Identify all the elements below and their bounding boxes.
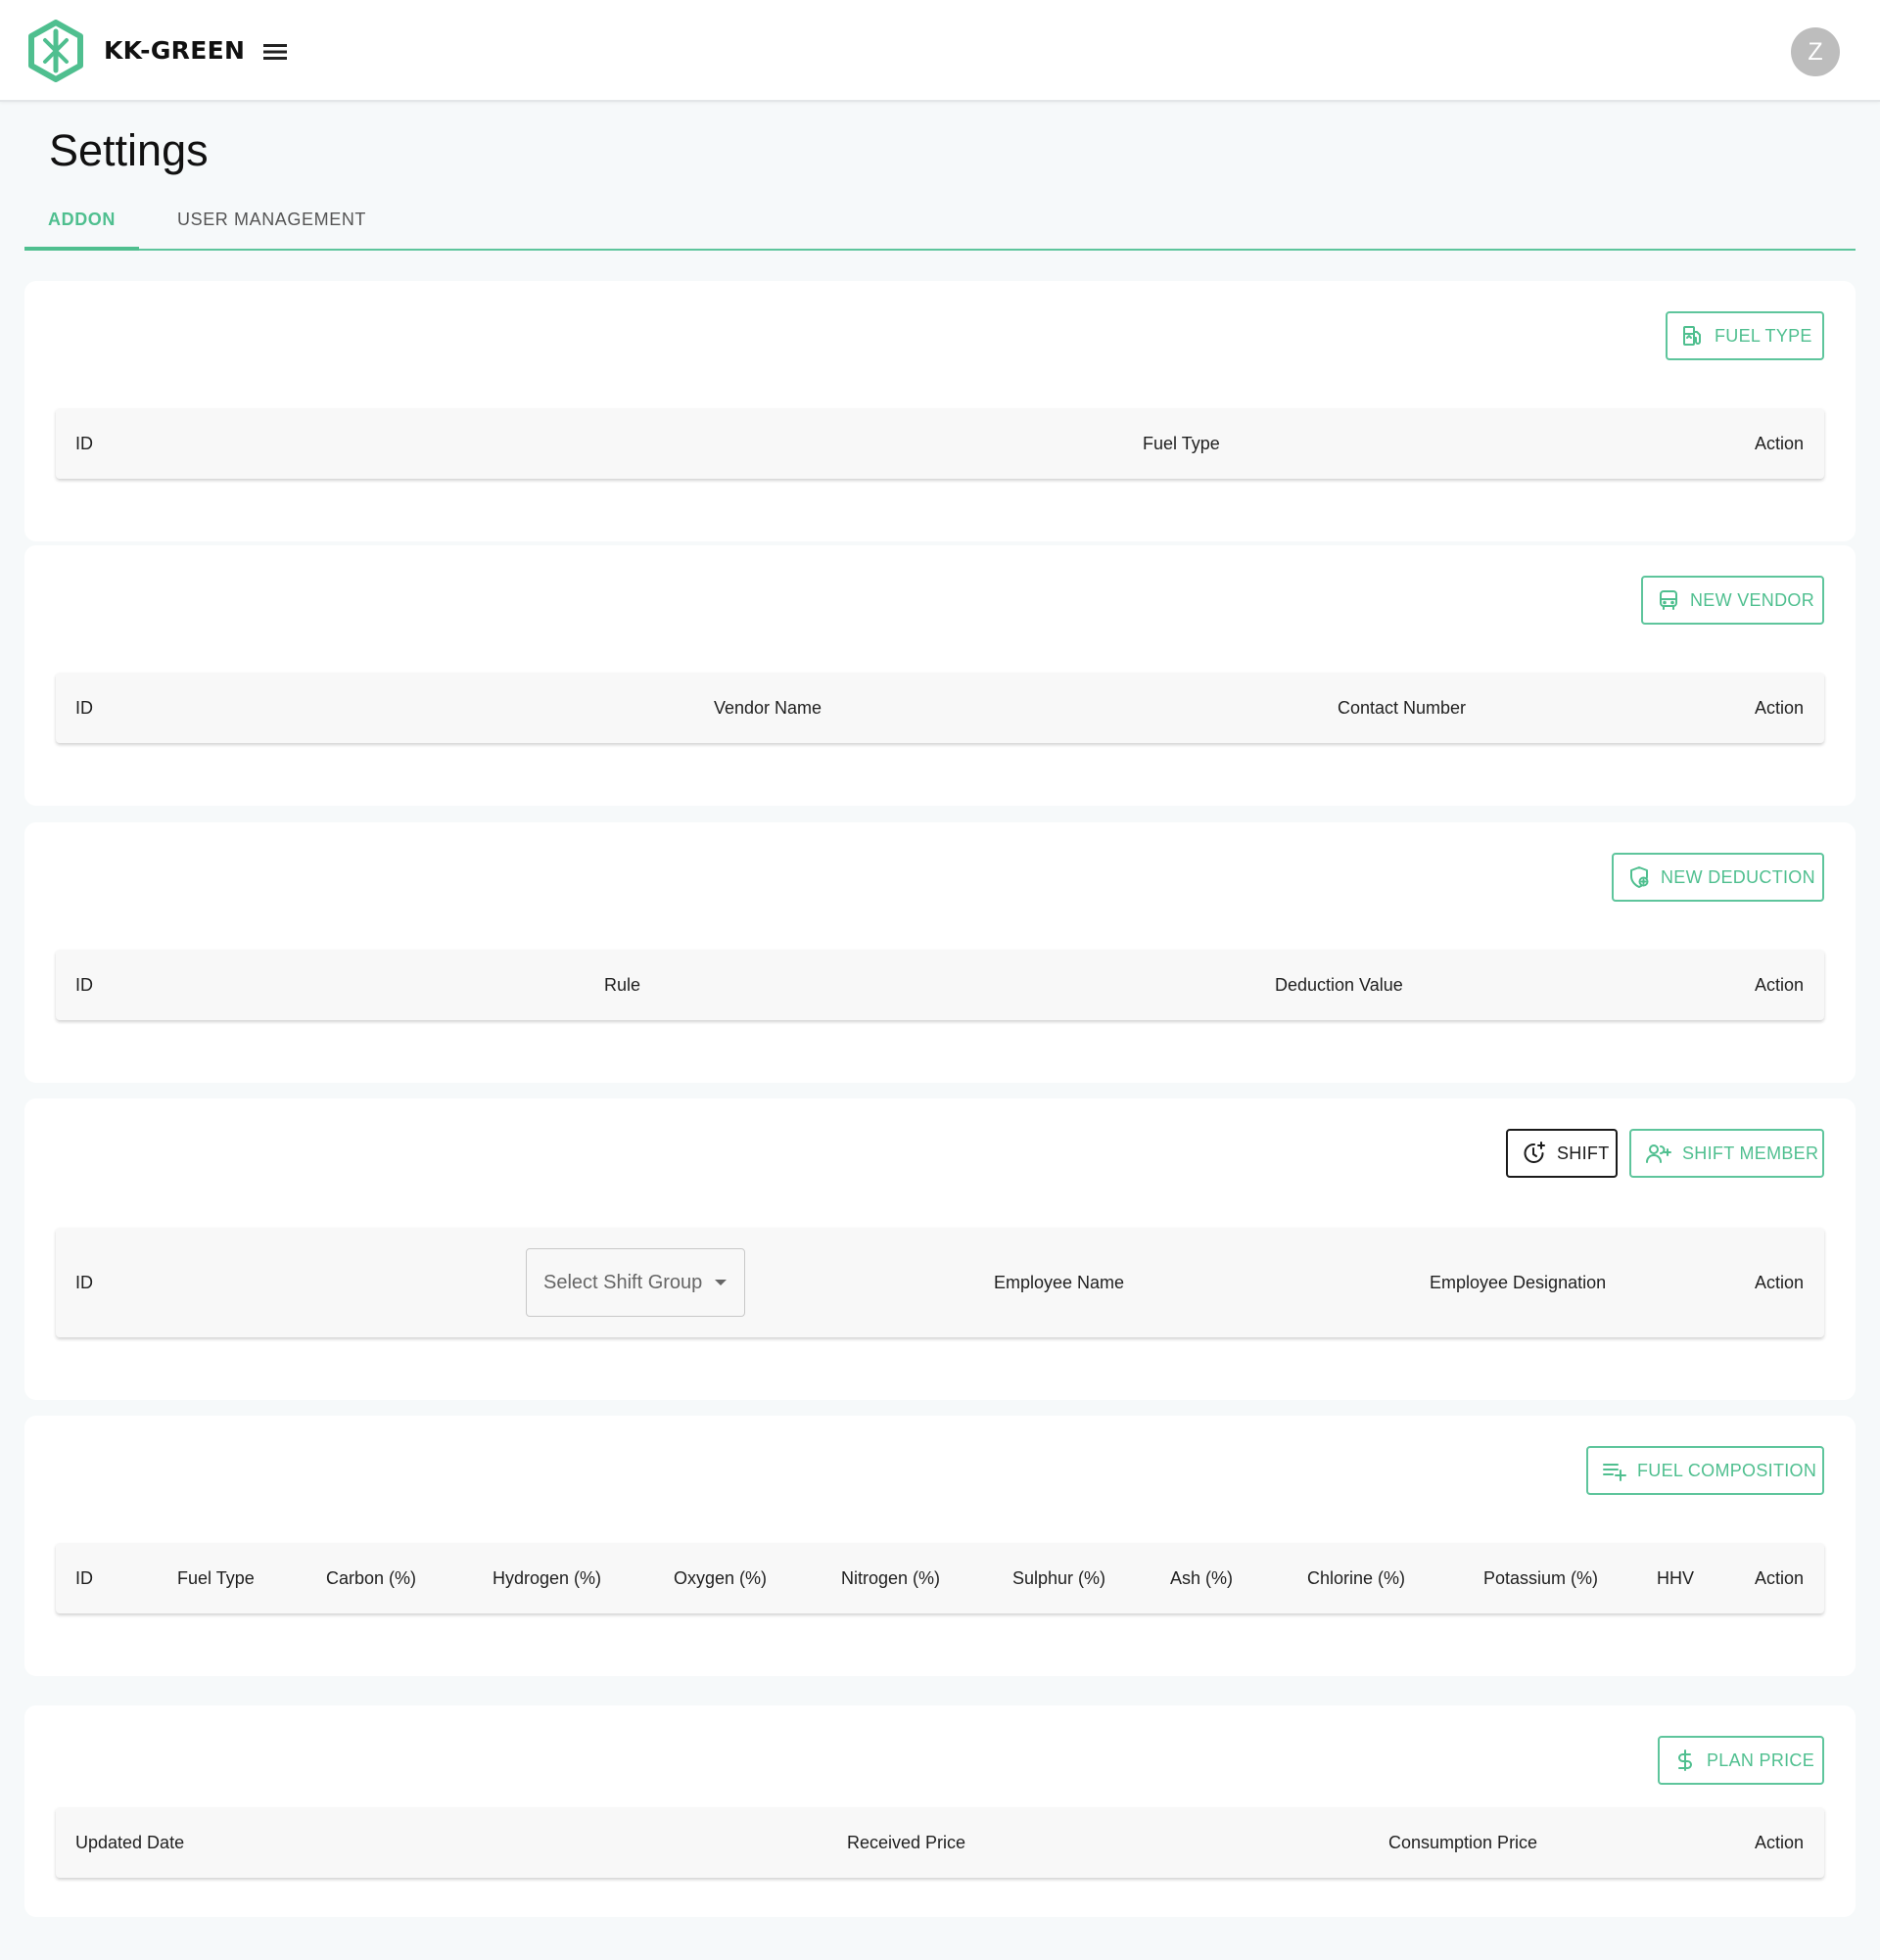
shift-table-header: ID Select Shift Group Employee Name Empl… [56,1228,1824,1337]
column-header-id: ID [75,434,93,453]
hamburger-menu-icon[interactable] [260,37,290,67]
column-header-received-price: Received Price [847,1833,966,1852]
shift-card: SHIFT SHIFT MEMBER ID Select Shift Group… [24,1098,1856,1400]
column-header-fuel-type: Fuel Type [1143,434,1220,453]
clock-plus-icon [1524,1142,1545,1163]
fuel-type-table-header: ID Fuel Type Action [56,408,1824,479]
column-header-oxygen: Oxygen (%) [674,1568,768,1588]
bus-icon [1660,590,1677,610]
fuel-type-button[interactable]: FUEL TYPE [1666,311,1824,360]
fuel-type-card: FUEL TYPE ID Fuel Type Action [24,281,1856,541]
plan-price-button-label: PLAN PRICE [1707,1750,1815,1770]
fuel-pump-icon [1683,326,1701,346]
column-header-nitrogen: Nitrogen (%) [841,1568,941,1588]
shift-group-select[interactable]: Select Shift Group [526,1248,745,1317]
tab-addon[interactable]: ADDON [24,194,139,251]
column-header-id: ID [75,1568,93,1588]
column-header-employee-name: Employee Name [994,1273,1125,1292]
app-logo [28,20,83,82]
column-header-rule: Rule [604,975,641,995]
column-header-id: ID [75,1273,93,1292]
fuel-composition-card: FUEL COMPOSITION ID Fuel Type Carbon (%)… [24,1416,1856,1676]
column-header-hhv: HHV [1657,1568,1695,1588]
shift-button[interactable]: SHIFT [1506,1129,1618,1178]
shift-member-button-label: SHIFT MEMBER [1682,1143,1819,1163]
page-title: Settings [49,125,209,175]
new-vendor-button[interactable]: NEW VENDOR [1641,576,1824,625]
brand-name: KK-GREEN [104,36,246,65]
column-header-action: Action [1754,698,1804,718]
column-header-contact-number: Contact Number [1338,698,1467,718]
chevron-down-icon [715,1280,727,1285]
tab-bar: ADDON USER MANAGEMENT [24,194,1856,251]
shield-plus-icon [1630,866,1649,888]
deduction-card: NEW DEDUCTION ID Rule Deduction Value Ac… [24,822,1856,1083]
new-vendor-button-label: NEW VENDOR [1690,589,1815,610]
column-header-employee-designation: Employee Designation [1430,1273,1607,1292]
plan-price-card: PLAN PRICE Updated Date Received Price C… [24,1705,1856,1917]
new-deduction-button-label: NEW DEDUCTION [1661,866,1815,887]
playlist-add-icon [1603,1464,1626,1481]
fuel-composition-button-label: FUEL COMPOSITION [1637,1460,1817,1480]
dollar-icon [1678,1750,1692,1771]
tab-user-management[interactable]: USER MANAGEMENT [154,194,390,249]
column-header-id: ID [75,975,93,995]
column-header-deduction-value: Deduction Value [1275,975,1403,995]
shift-button-label: SHIFT [1557,1143,1610,1163]
plan-price-table-header: Updated Date Received Price Consumption … [56,1807,1824,1878]
column-header-action: Action [1754,975,1804,995]
deduction-table-header: ID Rule Deduction Value Action [56,950,1824,1020]
vendor-table-header: ID Vendor Name Contact Number Action [56,673,1824,743]
column-header-vendor-name: Vendor Name [714,698,822,718]
avatar[interactable]: Z [1791,27,1840,76]
column-header-id: ID [75,698,93,718]
fuel-type-button-label: FUEL TYPE [1715,325,1812,346]
column-header-chlorine: Chlorine (%) [1307,1568,1406,1588]
column-header-hydrogen: Hydrogen (%) [493,1568,602,1588]
fuel-composition-table-header: ID Fuel Type Carbon (%) Hydrogen (%) Oxy… [56,1543,1824,1613]
column-header-action: Action [1754,1833,1804,1852]
column-header-carbon: Carbon (%) [326,1568,417,1588]
column-header-consumption-price: Consumption Price [1388,1833,1538,1852]
app-header: KK-GREEN Z [0,0,1880,102]
fuel-composition-button[interactable]: FUEL COMPOSITION [1586,1446,1824,1495]
column-header-potassium: Potassium (%) [1483,1568,1599,1588]
column-header-updated-date: Updated Date [75,1833,185,1852]
column-header-action: Action [1754,434,1804,453]
column-header-sulphur: Sulphur (%) [1012,1568,1106,1588]
vendor-card: NEW VENDOR ID Vendor Name Contact Number… [24,545,1856,806]
plan-price-button[interactable]: PLAN PRICE [1658,1736,1824,1785]
column-header-action: Action [1754,1568,1804,1588]
column-header-ash: Ash (%) [1170,1568,1234,1588]
column-header-fuel-type: Fuel Type [177,1568,255,1588]
user-add-icon [1646,1144,1671,1163]
new-deduction-button[interactable]: NEW DEDUCTION [1612,853,1824,902]
column-header-action: Action [1754,1273,1804,1292]
shift-group-select-placeholder: Select Shift Group [543,1272,703,1293]
shift-member-button[interactable]: SHIFT MEMBER [1629,1129,1824,1178]
